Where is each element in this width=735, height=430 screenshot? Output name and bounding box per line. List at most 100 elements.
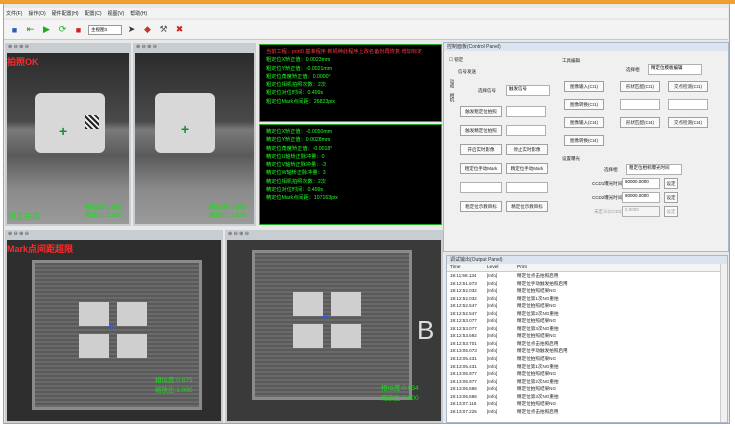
exposure-select[interactable]: 粗定位相机曝光时间 (626, 164, 682, 175)
tool-intersection-ci1[interactable]: 交点检测(CI1) (668, 81, 708, 92)
log-time: 19:11:58.134 (450, 273, 477, 278)
lock-checkbox[interactable]: ☐ 锁定 (449, 57, 463, 63)
close-icon[interactable]: ✖ (173, 23, 186, 36)
log-message: 精定位拍照结果NG (517, 303, 557, 309)
arrow-icon[interactable]: ➤ (125, 23, 138, 36)
log-row[interactable]: 19:11:58.134 [Info] 精定位点击拍照启用 (447, 272, 727, 280)
save-icon[interactable]: ■ (8, 23, 21, 36)
trigger-coarse-button[interactable]: 触发粗定位拍照 (460, 106, 502, 117)
tool-image-input-ci1[interactable]: 图像输入(CI1) (564, 81, 604, 92)
crosshair-icon: + (321, 308, 330, 324)
toolbar: ■ ⇤ ▶ ⟳ ■ 主视图3 ➤ ◆ ⚒ ✖ (4, 20, 728, 40)
layers-icon[interactable]: ◆ (141, 23, 154, 36)
log-message: 精定位点击拍照启用 (517, 408, 559, 414)
play-icon[interactable]: ▶ (40, 23, 53, 36)
coarse-teach-button[interactable]: 粗定位示教目标 (460, 201, 502, 212)
info-line: 粗定位Y矫正值：-0.0021mm (266, 65, 333, 72)
output-scrollbar[interactable] (720, 264, 727, 422)
tab-motion[interactable]: 运动 (449, 79, 455, 88)
menu-view[interactable]: 视图(V) (108, 10, 125, 17)
stop-live-button[interactable]: 停止实时影像 (506, 144, 548, 155)
log-row[interactable]: 19:13:06.586 [Info] 精定位拍照结果NG (447, 385, 727, 393)
log-level: [Info] (487, 288, 498, 294)
scale-readout: 缩放比:1.000 (155, 387, 193, 394)
log-row[interactable]: 19:12:53.077 [Info] 精定位第3次NG重拍 (447, 325, 727, 333)
log-row[interactable]: 19:12:52.547 [Info] 精定位拍照结果NG (447, 302, 727, 310)
back-icon[interactable]: ⇤ (24, 23, 37, 36)
status-label: Mark点间距超限 (7, 244, 74, 254)
ccd2-exposure-input[interactable]: 50000.0000 (622, 192, 660, 203)
log-row[interactable]: 19:13:07.225 [Info] 精定位点击拍照启用 (447, 408, 727, 416)
log-level: [Info] (487, 348, 498, 354)
stop-icon[interactable]: ■ (72, 23, 85, 36)
signal-select[interactable]: 触发信号 (506, 85, 550, 96)
log-time: 19:12:53.077 (450, 318, 477, 324)
zoom-controls[interactable]: ⊕ ⊖ ⊕ ⊖ (133, 43, 157, 51)
log-row[interactable]: 19:13:05.977 [Info] 精定位拍照结果NG (447, 370, 727, 378)
log-level: [Info] (487, 325, 498, 331)
log-level: [Info] (487, 356, 498, 362)
ccd1-value: 50000.0000 (625, 179, 649, 184)
ccd1-label: CCD1曝光时间 (592, 181, 623, 186)
log-row[interactable]: 19:12:51.673 [Info] 精定位手动触发拍照启用 (447, 280, 727, 288)
log-row[interactable]: 19:12:53.077 [Info] 精定位拍照结果NG (447, 317, 727, 325)
camera-image: + (7, 53, 129, 224)
log-row[interactable]: 19:12:53.701 [Info] 精定位点击拍照启用 (447, 340, 727, 348)
ccd2-set-button[interactable]: 设定 (664, 192, 678, 203)
view-select[interactable]: 主视图3 (88, 24, 122, 35)
log-message: 精定位第2次NG重拍 (517, 378, 559, 384)
tool-image-input-ci4[interactable]: 图像输入(CI4) (564, 117, 604, 128)
ccd1-exposure-input[interactable]: 50000.0000 (622, 178, 660, 189)
ccd3-exposure-input[interactable]: 0.0000 (622, 206, 660, 217)
tool-empty-2 (668, 99, 708, 110)
log-row[interactable]: 19:12:53.592 [Info] 精定位拍照结果NG (447, 332, 727, 340)
log-message: 精定位第3次NG重拍 (517, 393, 559, 399)
fine-manual-mark-button[interactable]: 精定位手动Mark (506, 163, 548, 174)
menu-hardware[interactable]: 硬件配置(H) (52, 10, 79, 17)
refresh-icon[interactable]: ⟳ (56, 23, 69, 36)
tool-select[interactable]: 精定位模板编辑 (648, 64, 702, 75)
tab-camera[interactable]: 相机 (449, 93, 455, 102)
log-row[interactable]: 19:13:05.431 [Info] 精定位拍照结果NG (447, 355, 727, 363)
zoom-controls[interactable]: ⊕ ⊖ ⊕ ⊖ (5, 43, 29, 51)
trigger-fine-result (506, 125, 546, 136)
menu-operate[interactable]: 操作(O) (28, 10, 45, 17)
output-panel: 调试输出(Output Panel) Time Level Print 19:1… (446, 255, 728, 423)
start-live-button[interactable]: 开启实时影像 (460, 144, 502, 155)
log-message: 精定位拍照结果NG (517, 288, 557, 294)
log-row[interactable]: 19:12:52.032 [Info] 精定位第1次NG重拍 (447, 295, 727, 303)
tool-shape-match-ci4[interactable]: 形状匹配(CI4) (620, 117, 660, 128)
zoom-controls[interactable]: ⊕ ⊖ ⊕ ⊖ (225, 230, 249, 238)
project-header: 当前工程：port0 基准程序 新机种此程序上改名备份再恢复 增加标定 (266, 49, 423, 55)
fine-teach-button[interactable]: 精定位示教目标 (506, 201, 548, 212)
log-time: 19:12:52.547 (450, 303, 477, 309)
log-row[interactable]: 19:13:05.977 [Info] 精定位第2次NG重拍 (447, 378, 727, 386)
info-line: 粗定位Mark点间距：26823pix (266, 98, 335, 105)
log-row[interactable]: 19:13:05.073 [Info] 精定位手动触发拍照启用 (447, 347, 727, 355)
similarity-readout: 相似度:0.875 (155, 377, 193, 384)
coarse-manual-mark-button[interactable]: 粗定位手动Mark (460, 163, 502, 174)
tool-image-convert-ci1[interactable]: 图像转换(CI1) (564, 99, 604, 110)
tool-intersection-ci4[interactable]: 交点检测(CI4) (668, 117, 708, 128)
log-row[interactable]: 19:13:06.586 [Info] 精定位第3次NG重拍 (447, 393, 727, 401)
tool-image-convert-ci4[interactable]: 图像转换(CI4) (564, 135, 604, 146)
ccd3-set-button[interactable]: 设定 (664, 206, 678, 217)
wrench-icon[interactable]: ⚒ (157, 23, 170, 36)
zoom-controls[interactable]: ⊕ ⊖ ⊕ ⊖ (5, 230, 29, 238)
menu-file[interactable]: 文件(F) (6, 10, 22, 17)
log-row[interactable]: 19:12:52.547 [Info] 精定位第2次NG重拍 (447, 310, 727, 318)
trigger-fine-button[interactable]: 触发精定位拍照 (460, 125, 502, 136)
select-signal-label: 选择信号 (478, 88, 496, 93)
menu-config[interactable]: 配置(C) (85, 10, 102, 17)
log-level: [Info] (487, 280, 498, 286)
log-row[interactable]: 19:13:07.116 [Info] 精定位拍照结果NG (447, 400, 727, 408)
tool-shape-match-ci1[interactable]: 形状匹配(CI1) (620, 81, 660, 92)
log-row[interactable]: 19:12:52.032 [Info] 精定位拍照结果NG (447, 287, 727, 295)
log-time: 19:12:52.032 (450, 295, 477, 301)
ccd1-set-button[interactable]: 设定 (664, 178, 678, 189)
menu-help[interactable]: 帮助(H) (130, 10, 147, 17)
output-panel-title: 调试输出(Output Panel) (447, 256, 727, 264)
fine-empty-field (506, 182, 548, 193)
log-row[interactable]: 19:13:05.431 [Info] 精定位第1次NG重拍 (447, 363, 727, 371)
ccd3-label: 未定义(CCD3) (594, 209, 623, 214)
